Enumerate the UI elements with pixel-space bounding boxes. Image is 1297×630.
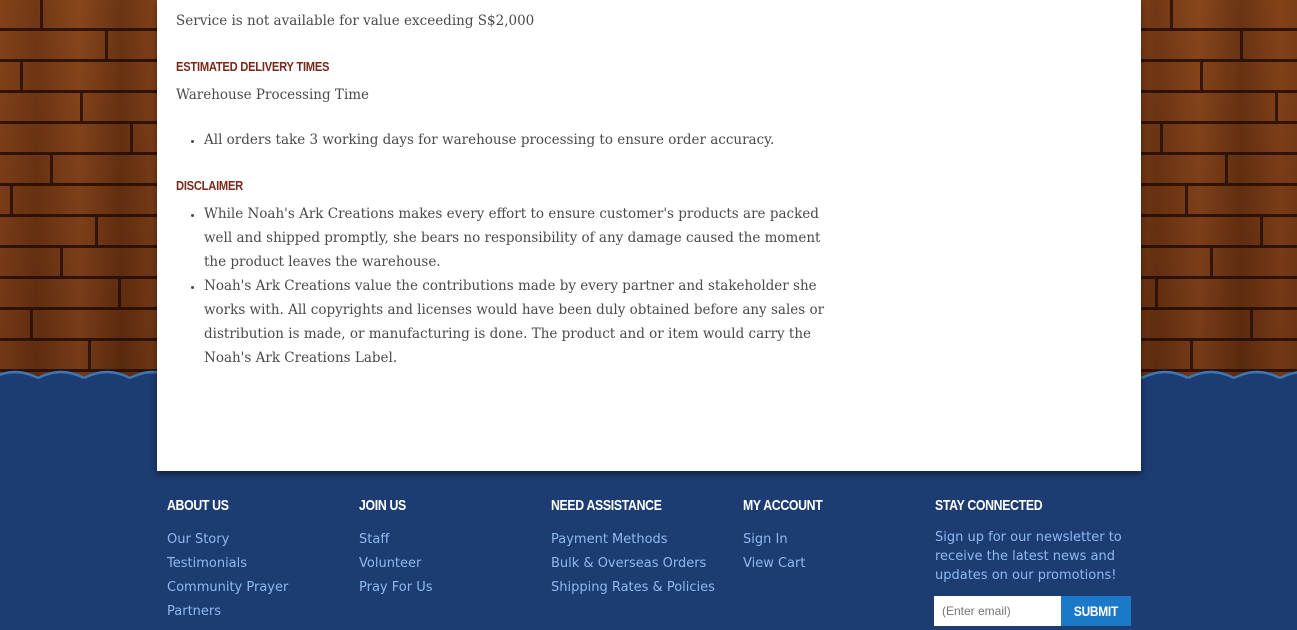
disclaimer-list: While Noah's Ark Creations makes every e… — [176, 202, 832, 370]
email-input[interactable] — [934, 596, 1061, 626]
my-account-title: MY ACCOUNT — [743, 497, 823, 514]
community-prayer-link[interactable]: Community Prayer — [167, 576, 288, 600]
need-assistance-title: NEED ASSISTANCE — [551, 497, 662, 514]
staff-link[interactable]: Staff — [359, 528, 432, 552]
newsletter-description: Sign up for our newsletter to receive th… — [935, 530, 1122, 583]
join-us-title: JOIN US — [359, 497, 406, 514]
disclaimer-heading: DISCLAIMER — [176, 178, 243, 193]
footer-join-us: JOIN US Staff Volunteer Pray For Us — [359, 496, 432, 600]
delivery-list: All orders take 3 working days for wareh… — [176, 128, 774, 152]
shipping-rates-link[interactable]: Shipping Rates & Policies — [551, 576, 715, 600]
footer-need-assistance: NEED ASSISTANCE Payment Methods Bulk & O… — [551, 496, 715, 600]
footer-my-account: MY ACCOUNT Sign In View Cart — [743, 496, 840, 576]
about-us-title: ABOUT US — [167, 497, 229, 514]
delivery-times-heading: ESTIMATED DELIVERY TIMES — [176, 59, 330, 74]
list-item: While Noah's Ark Creations makes every e… — [204, 202, 832, 274]
footer-stay-connected: STAY CONNECTED Sign up for our newslette… — [934, 496, 1135, 630]
newsletter-form: SUBMIT — [934, 596, 1131, 626]
list-item: All orders take 3 working days for wareh… — [204, 128, 774, 152]
stay-connected-title: STAY CONNECTED — [935, 497, 1043, 514]
partners-link[interactable]: Partners — [167, 600, 288, 624]
bulk-overseas-orders-link[interactable]: Bulk & Overseas Orders — [551, 552, 715, 576]
list-item: Noah's Ark Creations value the contribut… — [204, 274, 832, 370]
service-limit-note: Service is not available for value excee… — [176, 13, 535, 29]
payment-methods-link[interactable]: Payment Methods — [551, 528, 715, 552]
warehouse-processing-label: Warehouse Processing Time — [176, 87, 370, 103]
content-panel: Service is not available for value excee… — [157, 0, 1141, 471]
view-cart-link[interactable]: View Cart — [743, 552, 840, 576]
footer-about-us: ABOUT US Our Story Testimonials Communit… — [167, 496, 288, 624]
submit-button-label: SUBMIT — [1073, 603, 1119, 619]
our-story-link[interactable]: Our Story — [167, 528, 288, 552]
submit-button[interactable]: SUBMIT — [1061, 596, 1131, 626]
testimonials-link[interactable]: Testimonials — [167, 552, 288, 576]
pray-for-us-link[interactable]: Pray For Us — [359, 576, 432, 600]
volunteer-link[interactable]: Volunteer — [359, 552, 432, 576]
sign-in-link[interactable]: Sign In — [743, 528, 840, 552]
